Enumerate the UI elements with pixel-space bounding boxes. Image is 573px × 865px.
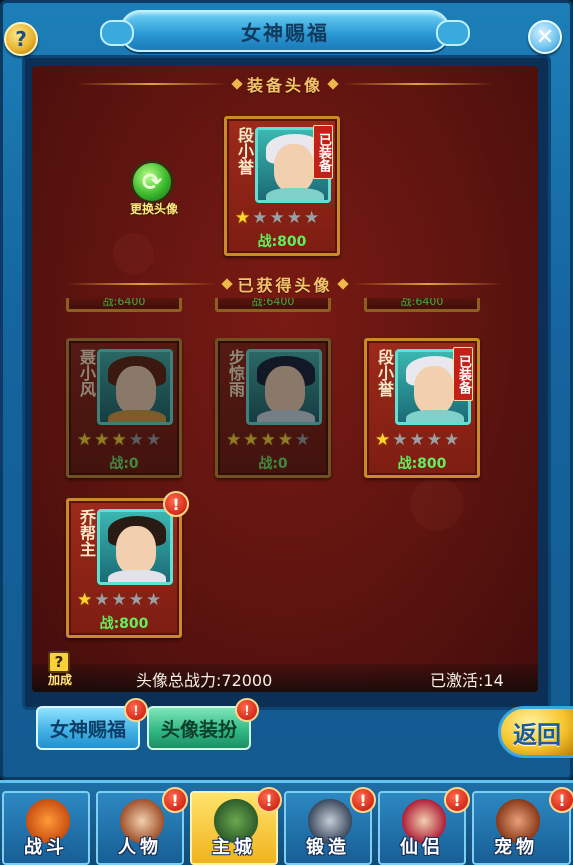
avatar-name: 段小誉 [375,349,394,397]
avatar-name: 乔帮主 [77,509,96,557]
alert-icon: ! [124,698,148,722]
star-filled-icon: ★ [226,430,242,450]
star-empty-icon: ★ [392,430,408,450]
title-plate: 女神赐福 [100,10,470,52]
star-empty-icon: ★ [426,430,442,450]
tab-label: 头像装扮 [160,719,237,741]
tab-label: 女神赐福 [49,719,126,741]
nav-label: 仙侣 [400,837,444,858]
avatar-card[interactable]: 聂小风 ★ ★ ★ ★ ★ 战:0 [66,338,182,478]
bonus-button[interactable]: ? 加成 [42,651,78,687]
nav-label: 人物 [118,837,162,858]
star-filled-icon: ★ [235,208,251,228]
star-empty-icon: ★ [295,430,311,450]
avatar-portrait [97,509,173,585]
obtained-section-title: 已获得头像 [237,276,333,295]
question-icon: ? [48,651,70,673]
window-title: 女神赐福 [241,22,329,45]
activated-count-text: 已激活:14 [430,671,504,690]
alert-icon: ! [235,698,259,722]
close-button[interactable]: ✕ [528,20,562,54]
nav-main-city[interactable]: 主城 ! [190,787,282,865]
partial-card-strip: 战:6400 [364,298,480,312]
star-rating: ★ ★ ★ ★ ★ [77,431,177,449]
star-rating: ★ ★ ★ ★ ★ [226,431,326,449]
star-rating: ★ ★ ★ ★ ★ [375,431,475,449]
nav-companion[interactable]: 仙侣 ! [378,787,470,865]
total-power-text: 头像总战力:72000 [136,671,273,690]
star-empty-icon: ★ [146,590,162,610]
star-empty-icon: ★ [269,208,285,228]
star-empty-icon: ★ [128,590,144,610]
avatar-name: 步惊雨 [226,349,245,397]
equipped-tag: 已装备 [453,347,473,401]
star-filled-icon: ★ [111,430,127,450]
star-empty-icon: ★ [444,430,460,450]
alert-icon: ! [256,787,282,813]
star-filled-icon: ★ [77,430,93,450]
alert-icon: ! [549,787,573,813]
star-rating: ★ ★ ★ ★ ★ [77,591,177,609]
avatar-card[interactable]: 段小誉 已装备 ★ ★ ★ ★ ★ 战:800 [364,338,480,478]
question-icon: ? [15,27,27,51]
alert-icon: ! [444,787,470,813]
avatar-portrait [246,349,322,425]
bonus-label: 加成 [47,673,72,687]
alert-icon: ! [162,787,188,813]
star-empty-icon: ★ [94,590,110,610]
avatar-power: 战:800 [397,456,447,472]
star-empty-icon: ★ [409,430,425,450]
equipped-section-header: 装备头像 [32,72,538,96]
avatar-power: 战:800 [99,616,149,632]
change-avatar-label: 更换头像 [129,202,178,216]
avatar-portrait [97,349,173,425]
nav-battle[interactable]: 战斗 [2,791,90,865]
star-filled-icon: ★ [260,430,276,450]
star-filled-icon: ★ [375,430,391,450]
star-empty-icon: ★ [304,208,320,228]
nav-forge[interactable]: 锻造 ! [284,787,376,865]
refresh-icon: ⟳ [130,160,174,204]
avatar-name: 段小誉 [235,127,254,175]
partial-card-strip: 战:6400 [215,298,331,312]
obtained-section-header: 已获得头像 [32,272,538,296]
avatar-card[interactable]: 步惊雨 ★ ★ ★ ★ ★ 战:0 [215,338,331,478]
change-avatar-button[interactable]: ⟳ 更换头像 [114,160,194,220]
nav-character[interactable]: 人物 ! [96,787,188,865]
avatar-power: 战:800 [257,234,307,250]
nav-pet[interactable]: 宠物 ! [472,787,573,865]
star-empty-icon: ★ [252,208,268,228]
star-empty-icon: ★ [128,430,144,450]
tab-goddess-blessing[interactable]: 女神赐福 ! [36,698,148,750]
close-icon: ✕ [535,24,555,50]
partial-card-strip: 战:6400 [66,298,182,312]
help-button[interactable]: ? [4,22,38,56]
bottom-nav: 战斗 人物 ! 主城 ! 锻造 ! 仙侣 ! 宠物 ! [0,780,573,865]
tab-avatar-decoration[interactable]: 头像装扮 ! [147,698,259,750]
star-filled-icon: ★ [277,430,293,450]
nav-label: 主城 [212,837,256,858]
star-rating: ★ ★ ★ ★ ★ [235,209,335,227]
star-empty-icon: ★ [146,430,162,450]
equipped-section-title: 装备头像 [246,76,323,95]
avatar-panel: 装备头像 ⟳ 更换头像 段小誉 已装备 ★ ★ ★ ★ ★ 战:800 已获得头像 战:… [32,66,538,692]
equipped-avatar-card[interactable]: 段小誉 已装备 ★ ★ ★ ★ ★ 战:800 [224,116,340,256]
nav-label: 战斗 [24,837,68,858]
star-empty-icon: ★ [111,590,127,610]
nav-label: 宠物 [494,837,538,858]
avatar-card[interactable]: 乔帮主 ! ★ ★ ★ ★ ★ 战:800 [66,491,189,638]
star-filled-icon: ★ [94,430,110,450]
star-filled-icon: ★ [77,590,93,610]
return-button[interactable]: 返回 [498,706,573,758]
star-filled-icon: ★ [243,430,259,450]
avatar-name: 聂小风 [77,349,96,397]
avatar-power: 战:0 [109,456,139,472]
star-empty-icon: ★ [286,208,302,228]
alert-icon: ! [350,787,376,813]
equipped-tag: 已装备 [313,125,333,179]
alert-icon: ! [163,491,189,517]
avatar-power: 战:0 [258,456,288,472]
nav-label: 锻造 [306,837,350,858]
